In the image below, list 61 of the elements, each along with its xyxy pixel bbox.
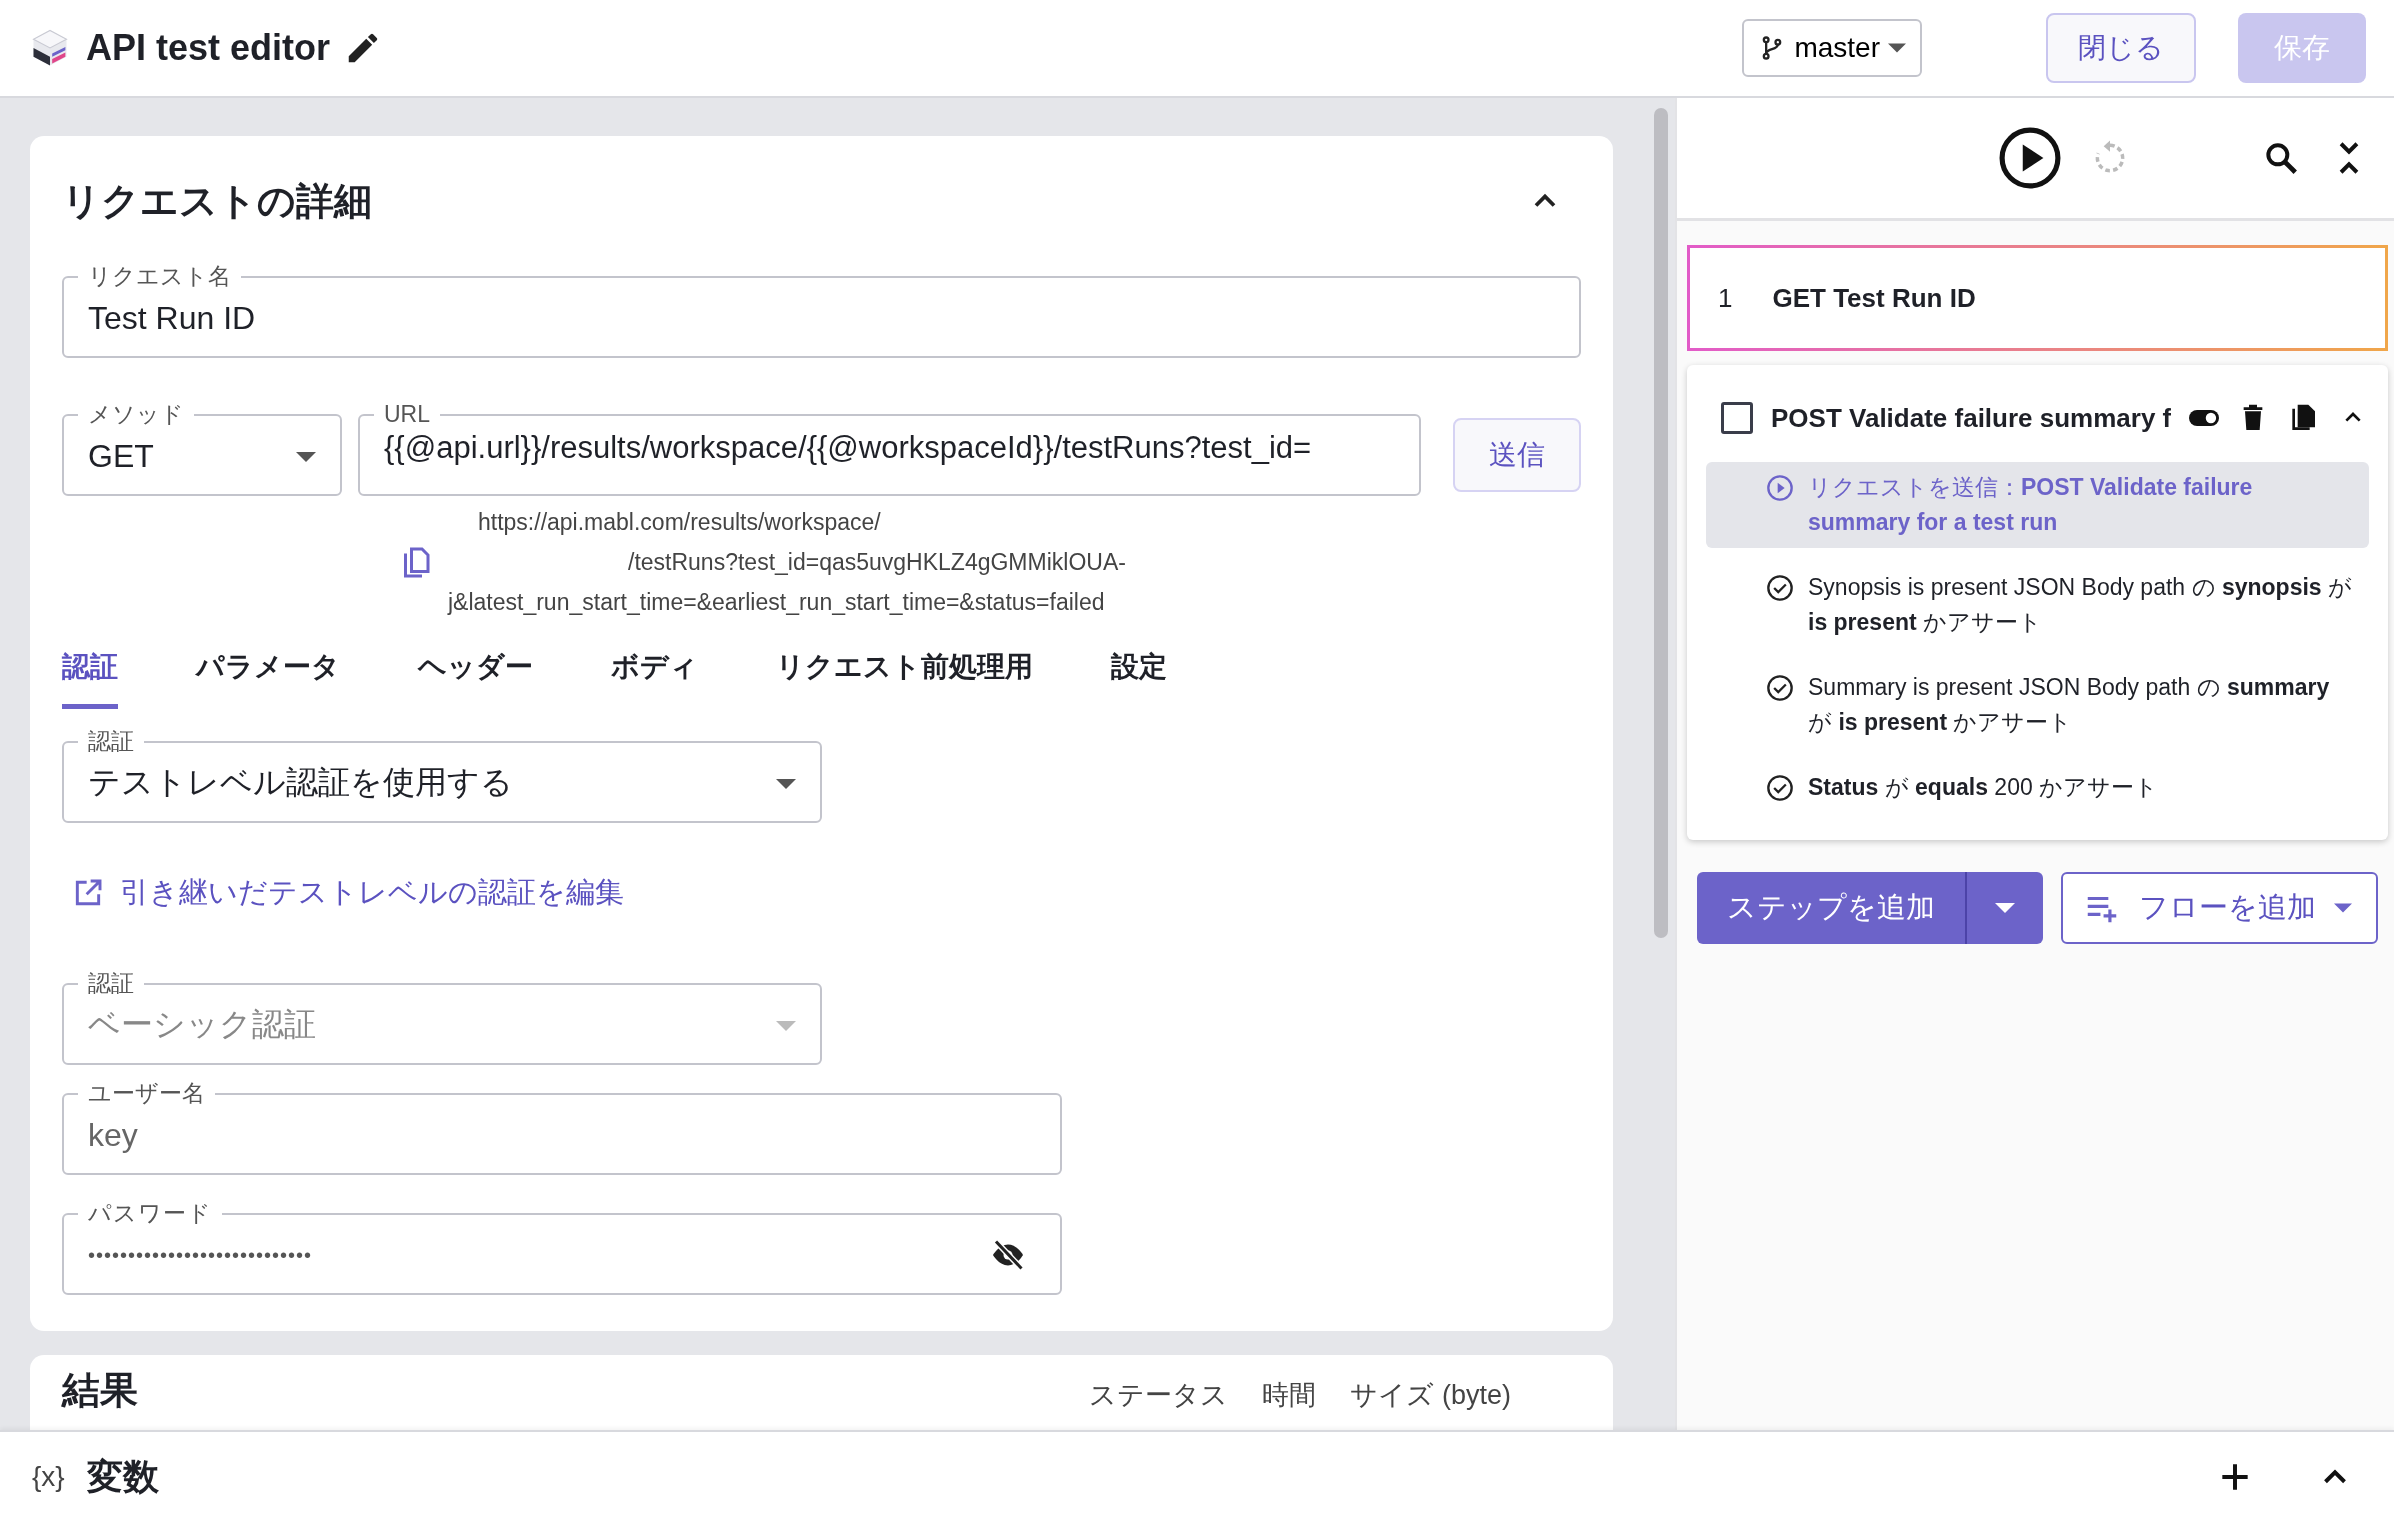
app-title: API test editor [86, 27, 331, 69]
auth-select[interactable]: 認証 テストレベル認証を使用する [62, 727, 822, 823]
step-card[interactable] [1687, 365, 2388, 840]
url-field[interactable]: URL {{@api.url}}/results/workspace/{{@workspaceId}}/testRuns?test_id= [358, 400, 1421, 496]
tab[interactable]: 設定 [1111, 648, 1167, 709]
caret-icon [776, 779, 796, 789]
username-field[interactable]: ユーザー名 key [62, 1079, 1062, 1175]
resolved-url-line: j&latest_run_start_time=&earliest_run_start_time=&status=failed [448, 588, 1106, 617]
sub-step[interactable]: Summary is present JSON Body path の summary が is present かアサート [1706, 662, 2369, 748]
tab[interactable]: ボディ [611, 648, 698, 709]
edit-auth-link[interactable]: 引き継いだテストレベルの認証を編集 [72, 873, 1581, 913]
method-select[interactable]: メソッド GET [62, 400, 342, 496]
caret-icon [2334, 903, 2352, 913]
add-flow-button[interactable]: フローを追加 [2061, 872, 2378, 944]
step-title: POST Validate failure summary f [1771, 402, 2171, 434]
caret-icon [1888, 43, 1906, 53]
caret-icon [776, 1021, 796, 1031]
resolved-url-line: https://api.mabl.com/results/workspace/ [478, 508, 882, 537]
field-label: リクエスト名 [78, 262, 241, 290]
step-card[interactable]: 1 GET Test Run ID [1687, 245, 2388, 351]
field-label: ユーザー名 [78, 1079, 215, 1107]
play-circle-icon [1766, 474, 1794, 502]
password-field[interactable]: パスワード •••••••••••••••••••••••••••• [62, 1199, 1062, 1295]
check-circle-icon [1766, 574, 1794, 602]
sub-step[interactable]: Status が equals 200 かアサート [1706, 762, 2369, 813]
sub-step-text: Summary is present JSON Body path の summary が is present かアサート [1808, 673, 2331, 737]
send-button[interactable]: 送信 [1453, 418, 1581, 492]
eye-slash-icon[interactable] [990, 1237, 1026, 1273]
request-name-field[interactable]: リクエスト名 Test Run ID [62, 262, 1581, 358]
checkbox[interactable] [1721, 402, 1753, 434]
sub-step[interactable]: Synopsis is present JSON Body path の synopsis が is present かアサート [1706, 562, 2369, 648]
tab[interactable]: ヘッダー [418, 648, 533, 709]
step-title: GET Test Run ID [1772, 282, 1976, 314]
sub-step-text: Status が equals 200 かアサート [1808, 773, 2160, 802]
column-header: ステータス [1089, 1379, 1229, 1412]
check-circle-icon [1766, 774, 1794, 802]
sub-step-text: リクエストを送信：POST Validate failure summary for a test run [1808, 473, 2254, 537]
field-label: 認証 [78, 727, 144, 755]
variables-icon: {x} [32, 1461, 65, 1493]
field-label: 認証 [78, 969, 144, 997]
column-header: 時間 [1262, 1379, 1317, 1412]
tab[interactable]: 認証 [62, 648, 118, 709]
sub-step[interactable]: リクエストを送信：POST Validate failure summary for a test run [1706, 462, 2369, 548]
caret-icon [1995, 903, 2015, 913]
section-heading: リクエストの詳細 [62, 178, 373, 224]
column-header: サイズ (byte) [1350, 1379, 1511, 1412]
variables-title: 変数 [86, 1454, 159, 1499]
section-heading: 結果 [62, 1368, 138, 1413]
step-number: 1 [1718, 282, 1733, 314]
close-button[interactable]: 閉じる [2046, 13, 2196, 83]
scrollbar-thumb[interactable] [1654, 108, 1668, 938]
check-circle-icon [1766, 674, 1794, 702]
resolved-url-line: /testRuns?test_id=qas5uvgHKLZ4gGMMiklOUA- [628, 548, 1126, 577]
tab[interactable]: リクエスト前処理用 [776, 648, 1033, 709]
toggle-icon[interactable] [2189, 409, 2219, 427]
branch-dropdown[interactable]: master [1742, 19, 1922, 77]
add-step-button[interactable]: ステップを追加 [1697, 872, 1967, 944]
play-icon[interactable] [1999, 127, 2061, 189]
tab[interactable]: パラメータ [196, 648, 340, 709]
sub-step-text: Synopsis is present JSON Body path の synopsis が is present かアサート [1808, 573, 2354, 637]
caret-icon [296, 452, 316, 462]
